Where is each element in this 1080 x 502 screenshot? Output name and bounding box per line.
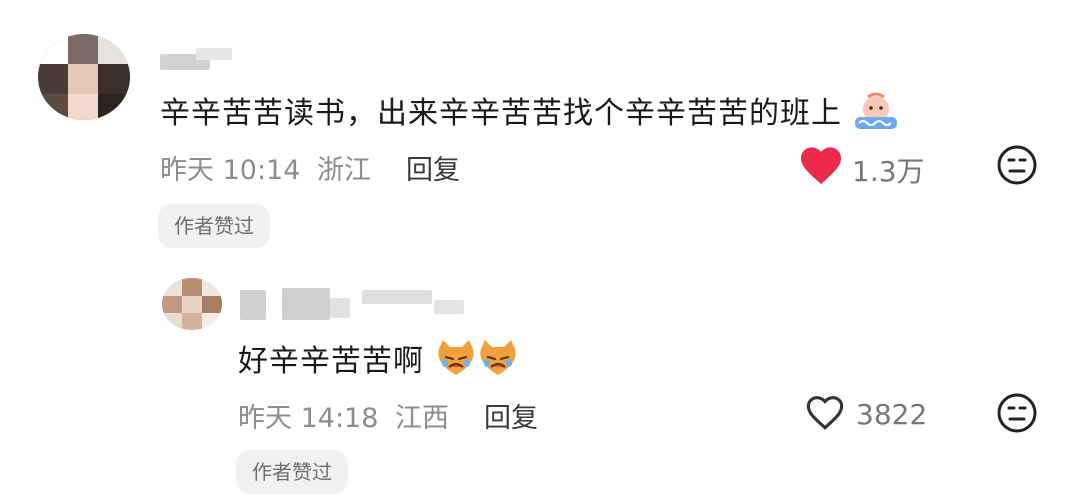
neutral-face-icon xyxy=(997,145,1037,185)
crying-face-emoji xyxy=(853,91,899,139)
reply-button[interactable]: 回复 xyxy=(406,148,460,187)
location: 浙江 xyxy=(317,155,371,186)
reply-button[interactable]: 回复 xyxy=(484,396,538,435)
like-count: 3822 xyxy=(856,398,928,431)
author-liked-badge: 作者赞过 xyxy=(158,204,270,248)
like-button[interactable] xyxy=(798,144,844,190)
timestamp: 昨天 14:18 xyxy=(238,403,379,434)
avatar[interactable] xyxy=(38,34,130,120)
heart-filled-icon xyxy=(800,147,842,185)
location: 江西 xyxy=(395,403,449,434)
author-liked-badge: 作者赞过 xyxy=(236,450,348,494)
comment-meta: 昨天 14:18 江西 xyxy=(238,396,449,435)
dislike-button[interactable] xyxy=(996,144,1038,190)
timestamp: 昨天 10:14 xyxy=(160,155,301,186)
comment-body: 辛辛苦苦读书，出来辛辛苦苦找个辛辛苦苦的班上 xyxy=(160,96,842,131)
dislike-button[interactable] xyxy=(996,392,1038,438)
avatar[interactable] xyxy=(162,278,222,330)
like-count: 1.3万 xyxy=(852,155,925,188)
comment-body: 好辛辛苦苦啊 xyxy=(238,344,424,379)
like-button[interactable] xyxy=(804,392,846,436)
comment-meta: 昨天 10:14 浙江 xyxy=(160,148,371,187)
neutral-face-icon xyxy=(997,393,1037,433)
comment-text: 辛辛苦苦读书，出来辛辛苦苦找个辛辛苦苦的班上 xyxy=(160,88,899,139)
heart-outline-icon xyxy=(806,396,844,430)
crying-cat-emoji xyxy=(435,339,519,387)
comment-text: 好辛辛苦苦啊 xyxy=(238,336,519,387)
